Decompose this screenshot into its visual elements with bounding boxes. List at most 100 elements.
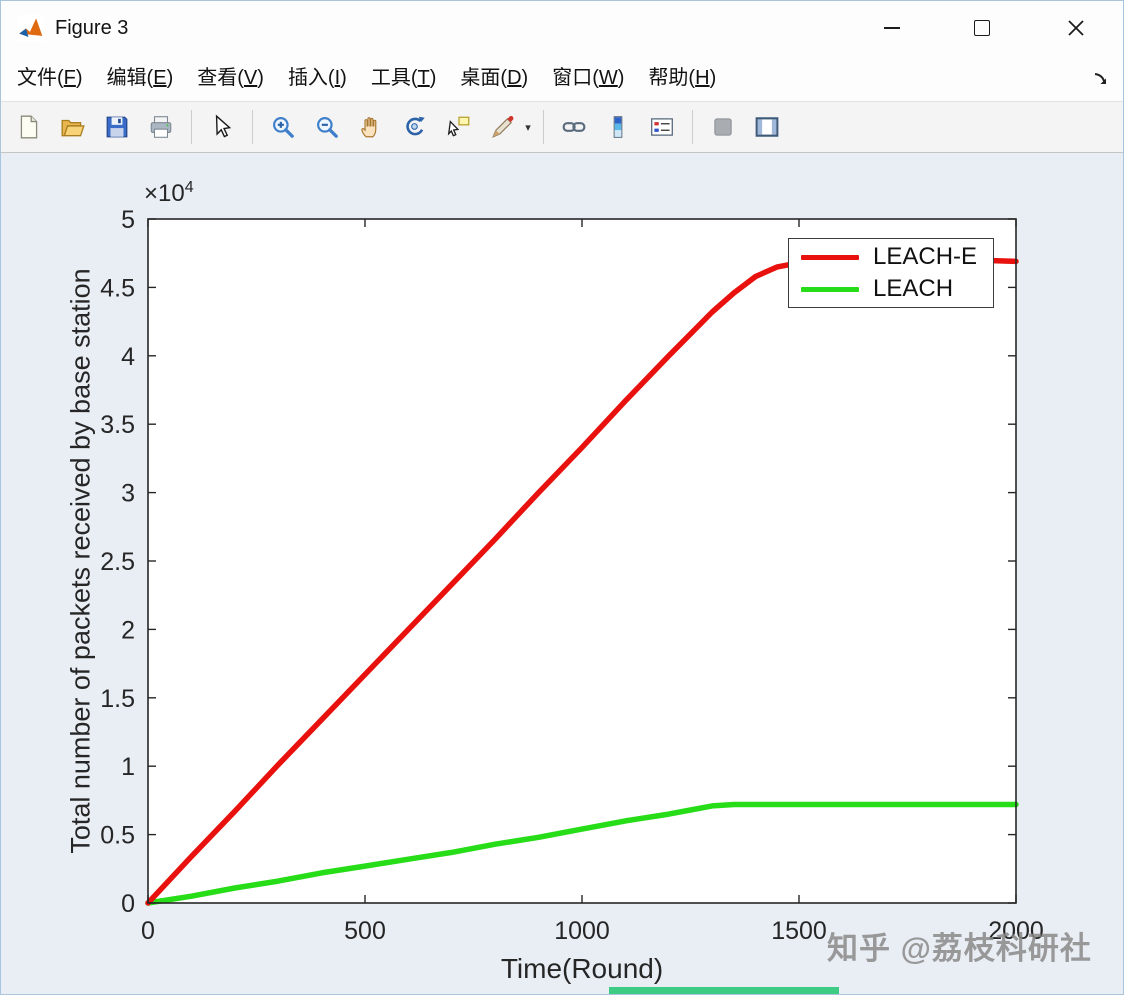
menu-item-insert[interactable]: 插入(I): [276, 56, 359, 101]
svg-text:4: 4: [121, 343, 135, 371]
edit-plot-icon: [714, 118, 732, 136]
save-figure-button[interactable]: [97, 107, 137, 147]
minimize-icon: [884, 27, 900, 29]
menu-label-pre: 工具(: [370, 67, 418, 89]
legend-line-sample: [801, 254, 859, 260]
exponent-base: ×10: [144, 180, 185, 207]
exponent-power: 4: [184, 179, 194, 196]
svg-text:500: 500: [344, 917, 386, 945]
pan-hand-icon: [361, 117, 377, 138]
rotate-3d-button[interactable]: [395, 107, 435, 147]
edit-plot-button[interactable]: [703, 107, 743, 147]
menu-label-post: ): [709, 67, 717, 89]
open-file-icon: [61, 119, 85, 137]
insert-colorbar-button[interactable]: [598, 107, 638, 147]
new-figure-icon: [20, 115, 38, 139]
data-cursor-icon: [447, 116, 470, 137]
figure-area: 0 500 1000 1500 2000 0 0.5 1 1.5 2 2.5 3 3.5 4 4.5 5 ×1…: [1, 153, 1123, 994]
menu-label-post: ): [521, 67, 529, 89]
maximize-button[interactable]: [959, 8, 1005, 48]
menu-item-help[interactable]: 帮助(H): [636, 56, 728, 101]
title-bar: Figure 3: [1, 1, 1123, 56]
svg-text:3.5: 3.5: [100, 411, 135, 439]
svg-text:4.5: 4.5: [100, 274, 135, 302]
menu-label-pre: 帮助(: [648, 67, 696, 89]
pointer-icon: [215, 114, 232, 138]
brush-button[interactable]: [483, 107, 523, 147]
menu-label-post: ): [340, 67, 347, 89]
svg-text:0: 0: [141, 917, 155, 945]
toolbar-separator: [692, 110, 693, 144]
x-axis-label: Time(Round): [500, 953, 664, 984]
matlab-logo-icon: [17, 15, 44, 42]
menu-item-desktop[interactable]: 桌面(D): [448, 56, 540, 101]
menu-label-pre: 桌面(: [460, 67, 508, 89]
insert-legend-button[interactable]: [642, 107, 682, 147]
link-plot-icon: [562, 122, 586, 132]
menu-label-pre: 插入(: [287, 67, 335, 89]
menu-label-post: ): [75, 67, 83, 89]
legend-entry: LEACH-E: [789, 241, 993, 273]
data-cursor-button[interactable]: [439, 107, 479, 147]
figure-window: Figure 3 文件(F) 编辑(E) 查看(V) 插入(I) 工具(T) 桌…: [0, 0, 1124, 995]
svg-text:3: 3: [121, 480, 135, 508]
rotate-3d-icon: [406, 116, 425, 136]
svg-text:1.5: 1.5: [100, 685, 135, 713]
svg-text:5: 5: [121, 206, 135, 234]
brush-icon: [492, 116, 514, 138]
minimize-button[interactable]: [869, 8, 915, 48]
menu-label-pre: 查看(: [197, 67, 244, 89]
pointer-button[interactable]: [202, 107, 242, 147]
window-title: Figure 3: [55, 17, 129, 39]
menu-accel-key: W: [598, 67, 618, 89]
menu-accel-key: T: [417, 67, 430, 89]
show-plot-tools-button[interactable]: [747, 107, 787, 147]
chevron-down-icon: ▾: [525, 121, 531, 134]
watermark: 知乎 @荔枝科研社: [827, 931, 1092, 966]
open-file-button[interactable]: [53, 107, 93, 147]
zoom-in-icon: [273, 117, 294, 138]
maximize-icon: [974, 20, 990, 36]
menu-label-post: ): [617, 67, 625, 89]
menu-item-tools[interactable]: 工具(T): [359, 56, 449, 101]
zoom-out-button[interactable]: [307, 107, 347, 147]
dock-figure-icon[interactable]: [1091, 69, 1111, 89]
menu-label-post: ): [257, 67, 264, 89]
menu-label-pre: 编辑(: [106, 67, 154, 89]
insert-legend-icon: [651, 118, 673, 136]
menu-item-view[interactable]: 查看(V): [185, 56, 276, 101]
insert-colorbar-icon: [613, 116, 623, 138]
show-plot-tools-icon: [755, 117, 779, 137]
new-figure-button[interactable]: [9, 107, 49, 147]
plot-legend[interactable]: LEACH-E LEACH: [788, 238, 994, 308]
print-figure-button[interactable]: [141, 107, 181, 147]
bottom-strip: [609, 987, 839, 994]
menu-label-pre: 文件(: [17, 67, 64, 89]
menu-accel-key: D: [507, 67, 522, 89]
close-button[interactable]: [1053, 8, 1099, 48]
svg-text:1: 1: [121, 753, 135, 781]
pan-button[interactable]: [351, 107, 391, 147]
toolbar-separator: [543, 110, 544, 144]
menu-label-pre: 窗口(: [552, 67, 599, 89]
svg-text:2.5: 2.5: [100, 548, 135, 576]
zoom-out-icon: [317, 117, 338, 138]
print-figure-icon: [150, 116, 172, 138]
svg-text:1500: 1500: [771, 917, 827, 945]
save-figure-icon: [106, 116, 128, 138]
legend-line-sample: [801, 286, 859, 292]
toolbar: ▾: [1, 101, 1123, 153]
brush-dropdown-button[interactable]: ▾: [521, 107, 535, 147]
link-plot-button[interactable]: [554, 107, 594, 147]
menu-item-edit[interactable]: 编辑(E): [95, 56, 186, 101]
svg-text:0.5: 0.5: [100, 822, 135, 850]
menu-accel-key: F: [63, 67, 76, 89]
zoom-in-button[interactable]: [263, 107, 303, 147]
toolbar-separator: [191, 110, 192, 144]
legend-label: LEACH: [873, 275, 954, 302]
menu-label-post: ): [429, 67, 437, 89]
menu-item-window[interactable]: 窗口(W): [540, 56, 636, 101]
menu-item-file[interactable]: 文件(F): [5, 56, 95, 101]
legend-label: LEACH-E: [873, 243, 978, 270]
menu-accel-key: H: [695, 67, 710, 89]
